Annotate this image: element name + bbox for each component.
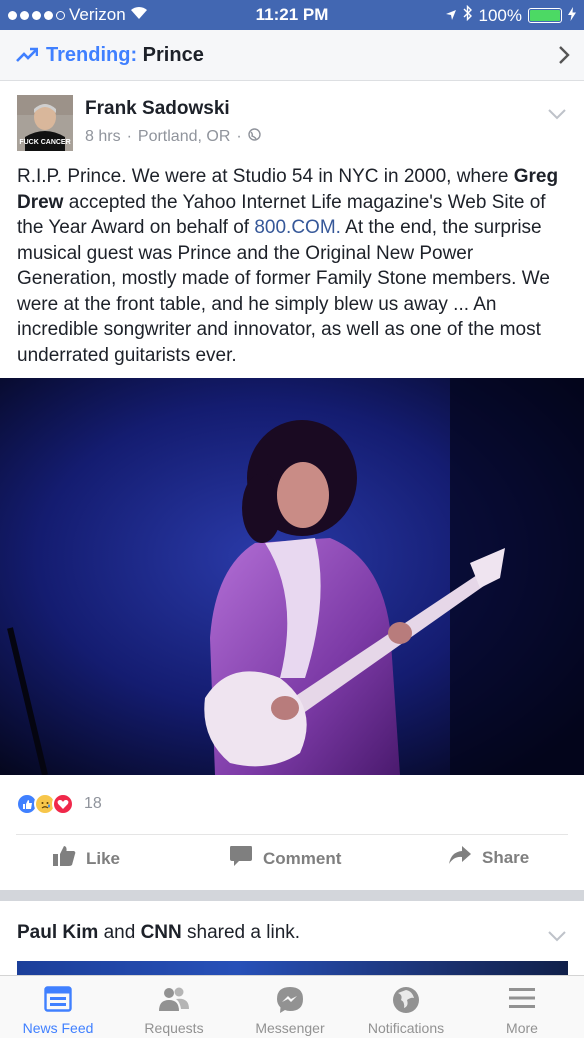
next-story-connector: and bbox=[103, 922, 136, 943]
tab-label: More bbox=[506, 1020, 538, 1036]
comment-label: Comment bbox=[263, 848, 342, 868]
menu-icon bbox=[464, 986, 580, 1010]
tab-notifications[interactable]: Notifications bbox=[348, 976, 464, 1038]
post-meta: 8 hrs · Portland, OR · bbox=[85, 128, 261, 146]
tab-label: News Feed bbox=[22, 1020, 94, 1036]
tab-more[interactable]: More bbox=[464, 976, 580, 1038]
news-feed-icon bbox=[0, 986, 116, 1012]
like-label: Like bbox=[86, 848, 121, 868]
post-time[interactable]: 8 hrs bbox=[85, 128, 121, 146]
post-options-chevron-icon[interactable] bbox=[548, 107, 566, 125]
post-author[interactable]: Frank Sadowski bbox=[85, 98, 230, 120]
battery-icon bbox=[528, 8, 562, 23]
trending-topic: Prince bbox=[142, 44, 204, 66]
trending-banner[interactable]: Trending: Prince bbox=[0, 30, 584, 81]
feed-separator bbox=[0, 890, 584, 901]
love-reaction-icon bbox=[52, 793, 74, 815]
author-avatar[interactable]: FUCK CANCER bbox=[17, 95, 73, 151]
friend-requests-icon bbox=[116, 986, 232, 1012]
reactions-summary[interactable]: 18 bbox=[16, 793, 102, 815]
bottom-tab-bar: News Feed Requests Messenger Notificatio… bbox=[0, 975, 584, 1038]
status-bar: Verizon 11:21 PM 100% bbox=[0, 0, 584, 30]
tab-label: Messenger bbox=[255, 1020, 325, 1036]
chevron-right-icon[interactable] bbox=[558, 45, 570, 70]
tab-messenger[interactable]: Messenger bbox=[232, 976, 348, 1038]
share-label: Share bbox=[482, 847, 530, 867]
like-button[interactable]: Like bbox=[52, 845, 120, 872]
messenger-icon bbox=[232, 986, 348, 1014]
thumbs-up-icon bbox=[52, 845, 76, 872]
post-link[interactable]: 800.COM. bbox=[254, 217, 341, 238]
next-story-user2[interactable]: CNN bbox=[141, 922, 182, 943]
share-button[interactable]: Share bbox=[448, 845, 529, 870]
reaction-count: 18 bbox=[84, 795, 102, 812]
bluetooth-icon bbox=[463, 4, 473, 26]
tab-label: Notifications bbox=[367, 1020, 445, 1036]
trending-arrow-icon bbox=[16, 47, 39, 68]
tab-label: Requests bbox=[144, 1020, 204, 1036]
post-photo[interactable] bbox=[0, 378, 584, 775]
share-arrow-icon bbox=[448, 845, 472, 870]
tab-requests[interactable]: Requests bbox=[116, 976, 232, 1038]
tab-news-feed[interactable]: News Feed bbox=[0, 976, 116, 1038]
comment-button[interactable]: Comment bbox=[229, 845, 341, 872]
location-arrow-icon bbox=[445, 6, 457, 26]
battery-percent: 100% bbox=[478, 5, 522, 25]
story-options-chevron-icon[interactable] bbox=[548, 929, 566, 947]
post-text: R.I.P. Prince. We were at Studio 54 in N… bbox=[17, 164, 569, 368]
globe-icon bbox=[248, 128, 261, 146]
meta-separator: · bbox=[236, 128, 242, 145]
post-location[interactable]: Portland, OR bbox=[138, 128, 230, 146]
trending-text: Trending: Prince bbox=[46, 44, 204, 67]
charging-icon bbox=[568, 6, 576, 26]
next-story-header: Paul Kim and CNN shared a link. bbox=[17, 922, 300, 944]
avatar-shirt-text: FUCK CANCER bbox=[19, 139, 70, 146]
post-text-part: R.I.P. Prince. We were at Studio 54 in N… bbox=[17, 166, 514, 187]
post-action-bar: Like Comment Share bbox=[0, 845, 584, 881]
meta-separator: · bbox=[126, 128, 132, 145]
next-story-suffix: shared a link. bbox=[187, 922, 301, 943]
trending-label: Trending: bbox=[46, 44, 138, 66]
comment-bubble-icon bbox=[229, 845, 253, 872]
next-story-user1[interactable]: Paul Kim bbox=[17, 922, 98, 943]
globe-notifications-icon bbox=[348, 986, 464, 1014]
divider bbox=[16, 834, 568, 835]
post-text-part: At the end, the surprise musical guest w… bbox=[17, 217, 550, 366]
status-right: 100% bbox=[445, 4, 576, 26]
